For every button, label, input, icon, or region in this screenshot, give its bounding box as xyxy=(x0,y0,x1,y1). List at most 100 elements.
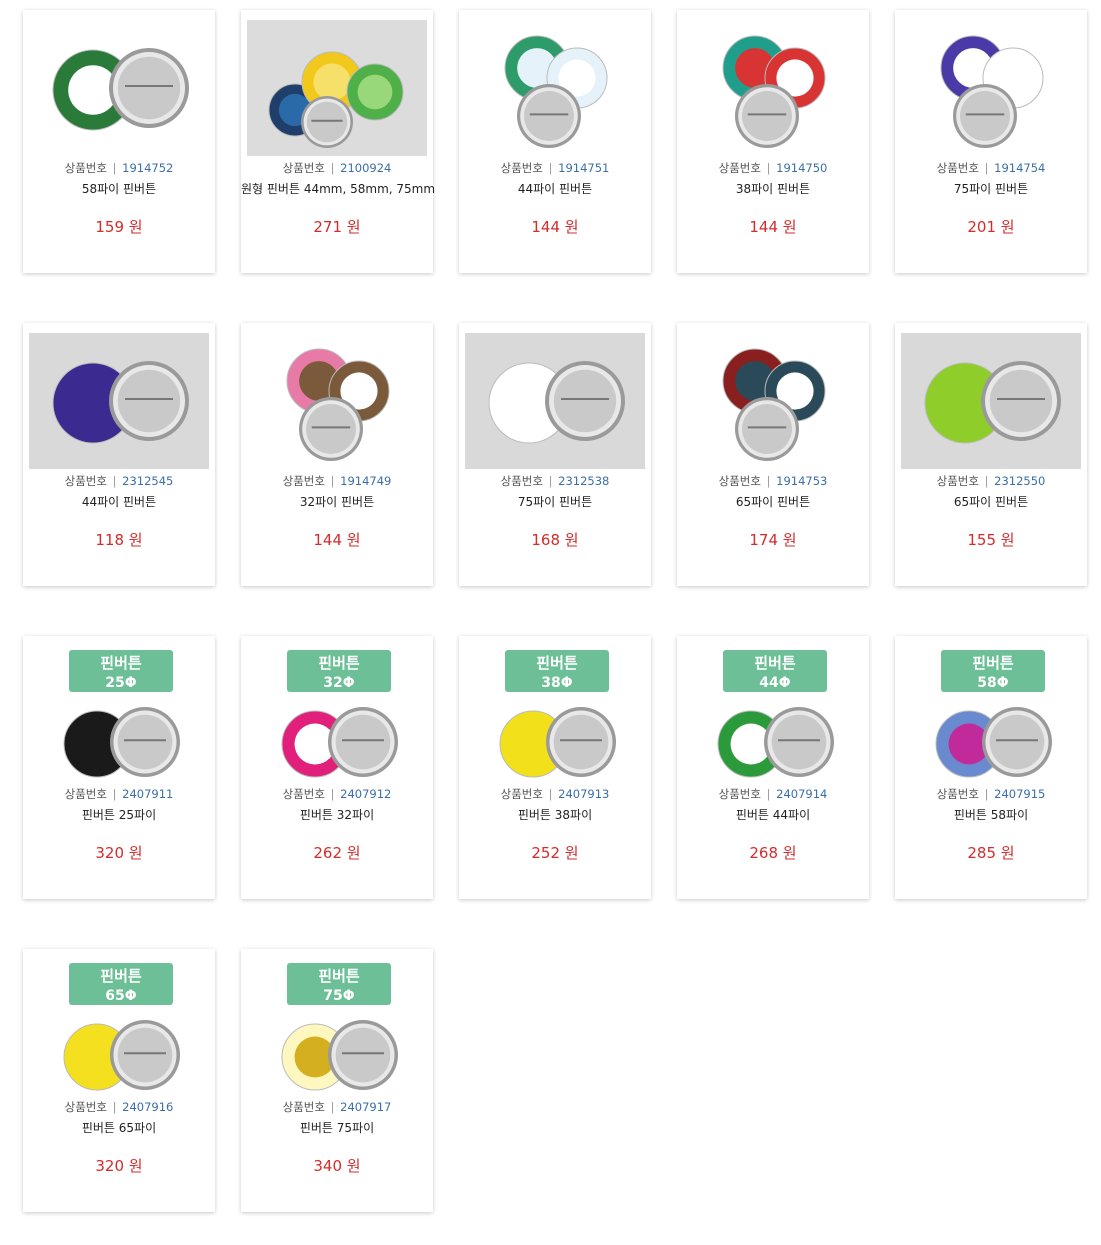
product-code: 2407912 xyxy=(340,787,392,801)
product-thumbnail[interactable] xyxy=(683,333,863,469)
product-card[interactable]: 핀버튼 38Φ 상품번호 | 2407913 핀버튼 38파이 252 원 xyxy=(459,636,651,899)
product-card[interactable]: 상품번호 | 2100924 원형 핀버튼 44mm, 58mm, 75mm 271… xyxy=(241,10,435,273)
product-name[interactable]: 핀버튼 25파이 xyxy=(23,806,215,823)
button-back-icon xyxy=(299,397,363,461)
product-name[interactable]: 핀버튼 32파이 xyxy=(241,806,433,823)
product-code-line: 상품번호 | 1914751 xyxy=(459,160,651,176)
banner-title: 핀버튼 xyxy=(536,654,578,672)
product-name[interactable]: 38파이 핀버튼 xyxy=(677,180,869,197)
product-name[interactable]: 75파이 핀버튼 xyxy=(895,180,1087,197)
product-card[interactable]: 핀버튼 58Φ 상품번호 | 2407915 핀버튼 58파이 285 원 xyxy=(895,636,1087,899)
product-name[interactable]: 65파이 핀버튼 xyxy=(677,493,869,510)
product-code-line: 상품번호 | 2407912 xyxy=(241,786,433,802)
divider: | xyxy=(544,787,557,801)
product-thumbnail[interactable]: 핀버튼 44Φ xyxy=(683,646,863,782)
product-card[interactable]: 핀버튼 25Φ 상품번호 | 2407911 핀버튼 25파이 320 원 xyxy=(23,636,215,899)
product-card[interactable]: 상품번호 | 1914750 38파이 핀버튼 144 원 xyxy=(677,10,869,273)
banner-size: 58Φ xyxy=(977,675,1008,691)
divider: | xyxy=(326,787,339,801)
divider: | xyxy=(108,787,121,801)
product-card[interactable]: 핀버튼 65Φ 상품번호 | 2407916 핀버튼 65파이 320 원 xyxy=(23,949,215,1212)
product-thumbnail[interactable]: 핀버튼 65Φ xyxy=(29,959,209,1095)
product-price: 144 원 xyxy=(313,531,361,549)
product-code-label: 상품번호 xyxy=(500,474,543,488)
product-thumbnail[interactable]: 핀버튼 32Φ xyxy=(247,646,427,782)
button-back-icon xyxy=(982,707,1052,777)
product-card[interactable]: 상품번호 | 1914751 44파이 핀버튼 144 원 xyxy=(459,10,651,273)
product-thumbnail[interactable] xyxy=(247,20,427,156)
divider: | xyxy=(762,161,775,175)
product-thumbnail[interactable] xyxy=(247,333,427,469)
product-price: 144 원 xyxy=(531,218,579,236)
product-code: 2312550 xyxy=(994,474,1046,488)
banner-size: 32Φ xyxy=(323,675,354,691)
product-price: 174 원 xyxy=(749,531,797,549)
product-code: 1914750 xyxy=(776,161,828,175)
product-thumbnail[interactable] xyxy=(901,333,1081,469)
button-back-icon xyxy=(109,48,189,128)
product-thumbnail[interactable] xyxy=(683,20,863,156)
product-code: 1914751 xyxy=(558,161,610,175)
product-price: 252 원 xyxy=(531,844,579,862)
product-code-line: 상품번호 | 2100924 xyxy=(241,160,433,176)
product-grid: 상품번호 | 1914752 58파이 핀버튼 159 원상품번호 | 210092… xyxy=(0,0,1101,1245)
product-code-label: 상품번호 xyxy=(500,787,543,801)
product-thumbnail[interactable] xyxy=(29,333,209,469)
product-name[interactable]: 핀버튼 38파이 xyxy=(459,806,651,823)
product-code: 2407913 xyxy=(558,787,610,801)
product-card[interactable]: 상품번호 | 1914749 32파이 핀버튼 144 원 xyxy=(241,323,433,586)
product-code-label: 상품번호 xyxy=(936,474,979,488)
product-name[interactable]: 핀버튼 65파이 xyxy=(23,1119,215,1136)
product-code-line: 상품번호 | 2407916 xyxy=(23,1099,215,1115)
product-thumbnail[interactable] xyxy=(465,20,645,156)
product-price: 262 원 xyxy=(313,844,361,862)
divider: | xyxy=(544,161,557,175)
product-price: 155 원 xyxy=(967,531,1015,549)
product-thumbnail[interactable] xyxy=(901,20,1081,156)
product-name[interactable]: 핀버튼 44파이 xyxy=(677,806,869,823)
divider: | xyxy=(544,474,557,488)
product-thumbnail[interactable]: 핀버튼 25Φ xyxy=(29,646,209,782)
product-name[interactable]: 44파이 핀버튼 xyxy=(459,180,651,197)
product-card[interactable]: 상품번호 | 1914754 75파이 핀버튼 201 원 xyxy=(895,10,1087,273)
product-card[interactable]: 핀버튼 44Φ 상품번호 | 2407914 핀버튼 44파이 268 원 xyxy=(677,636,869,899)
product-code-label: 상품번호 xyxy=(718,474,761,488)
product-card[interactable]: 핀버튼 32Φ 상품번호 | 2407912 핀버튼 32파이 262 원 xyxy=(241,636,433,899)
product-code: 2407916 xyxy=(122,1100,174,1114)
product-name[interactable]: 원형 핀버튼 44mm, 58mm, 75mm xyxy=(241,180,435,197)
product-code-line: 상품번호 | 2407915 xyxy=(895,786,1087,802)
product-card[interactable]: 상품번호 | 1914753 65파이 핀버튼 174 원 xyxy=(677,323,869,586)
product-name[interactable]: 44파이 핀버튼 xyxy=(23,493,215,510)
banner-size: 38Φ xyxy=(541,675,572,691)
product-code-line: 상품번호 | 2312550 xyxy=(895,473,1087,489)
product-thumbnail[interactable]: 핀버튼 38Φ xyxy=(465,646,645,782)
product-code: 2312545 xyxy=(122,474,174,488)
product-price: 285 원 xyxy=(967,844,1015,862)
product-thumbnail[interactable] xyxy=(465,333,645,469)
product-name[interactable]: 75파이 핀버튼 xyxy=(459,493,651,510)
product-name[interactable]: 핀버튼 58파이 xyxy=(895,806,1087,823)
product-thumbnail[interactable]: 핀버튼 58Φ xyxy=(901,646,1081,782)
product-thumbnail[interactable]: 핀버튼 75Φ xyxy=(247,959,427,1095)
button-back-icon xyxy=(545,361,625,441)
product-card[interactable]: 상품번호 | 2312545 44파이 핀버튼 118 원 xyxy=(23,323,215,586)
product-name[interactable]: 65파이 핀버튼 xyxy=(895,493,1087,510)
product-card[interactable]: 상품번호 | 1914752 58파이 핀버튼 159 원 xyxy=(23,10,215,273)
product-price: 168 원 xyxy=(531,531,579,549)
product-name[interactable]: 32파이 핀버튼 xyxy=(241,493,433,510)
product-card[interactable]: 상품번호 | 2312550 65파이 핀버튼 155 원 xyxy=(895,323,1087,586)
product-thumbnail[interactable] xyxy=(29,20,209,156)
product-code-line: 상품번호 | 2407914 xyxy=(677,786,869,802)
product-code-label: 상품번호 xyxy=(936,161,979,175)
product-price: 268 원 xyxy=(749,844,797,862)
product-card[interactable]: 상품번호 | 2312538 75파이 핀버튼 168 원 xyxy=(459,323,651,586)
banner-title: 핀버튼 xyxy=(754,654,796,672)
product-code-line: 상품번호 | 2407913 xyxy=(459,786,651,802)
product-card[interactable]: 핀버튼 75Φ 상품번호 | 2407917 핀버튼 75파이 340 원 xyxy=(241,949,433,1212)
product-name[interactable]: 핀버튼 75파이 xyxy=(241,1119,433,1136)
product-name[interactable]: 58파이 핀버튼 xyxy=(23,180,215,197)
divider: | xyxy=(108,474,121,488)
banner-title: 핀버튼 xyxy=(100,654,142,672)
product-code-label: 상품번호 xyxy=(718,787,761,801)
banner-size: 75Φ xyxy=(323,988,354,1004)
